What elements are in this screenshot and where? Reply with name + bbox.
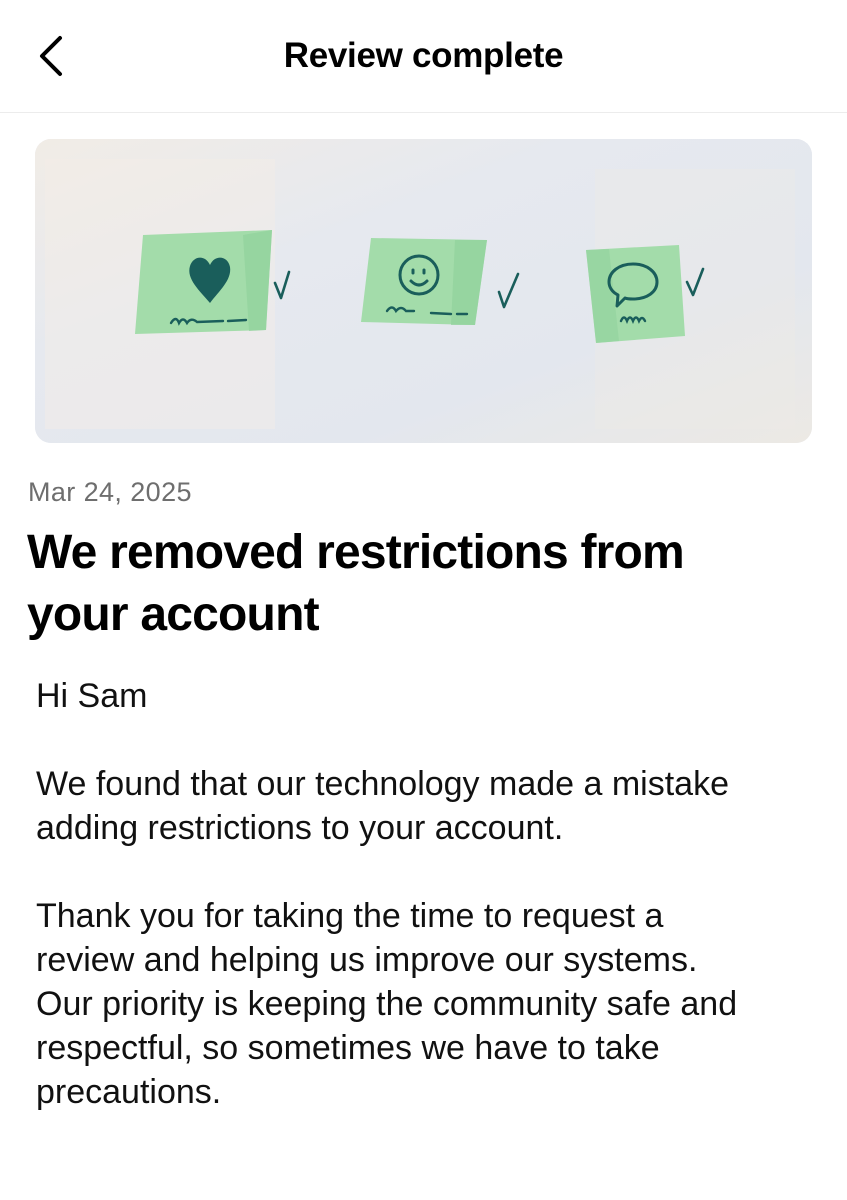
paragraph-line: We found that our technology made a mist… xyxy=(36,765,729,803)
message-paragraph-1: We found that our technology made a mist… xyxy=(36,762,826,850)
paragraph-line: precautions. xyxy=(36,1073,222,1111)
message-date: Mar 24, 2025 xyxy=(28,477,192,507)
message-paragraph-2: Thank you for taking the time to request… xyxy=(36,894,826,1114)
paragraph-line: review and helping us improve our system… xyxy=(36,941,698,979)
paragraph-line: Thank you for taking the time to request… xyxy=(36,897,664,935)
paragraph-line: respectful, so sometimes we have to take xyxy=(36,1029,660,1067)
top-bar: Review complete xyxy=(0,0,847,113)
sticky-note-heart xyxy=(135,230,291,334)
headline-line: your account xyxy=(27,588,320,641)
page-title: Review complete xyxy=(283,36,564,75)
paragraph-line: adding restrictions to your account. xyxy=(36,809,564,847)
greeting: Hi Sam xyxy=(36,677,148,715)
headline-line: We removed restrictions from xyxy=(27,526,685,579)
sticky-notes-illustration xyxy=(35,139,812,443)
paragraph-line: Our priority is keeping the community sa… xyxy=(36,985,738,1023)
message-headline: We removed restrictions from your accoun… xyxy=(27,522,817,646)
illustration-banner xyxy=(35,139,812,443)
